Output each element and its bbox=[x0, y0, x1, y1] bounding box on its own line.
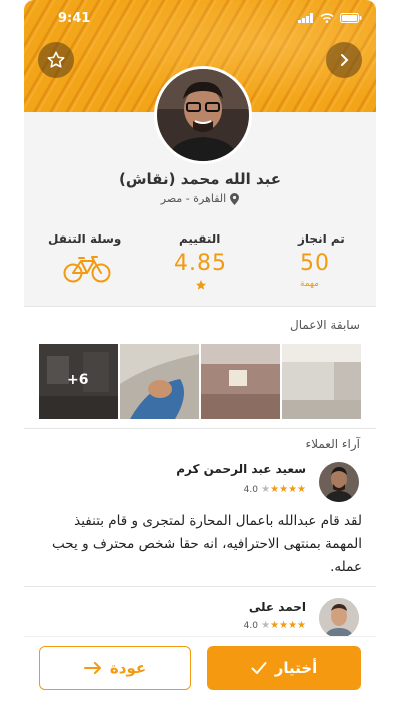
profile-location: القاهرة - مصر bbox=[24, 192, 376, 205]
portfolio-photo bbox=[120, 344, 199, 419]
rating-label: التقييم bbox=[179, 232, 221, 246]
check-icon bbox=[251, 662, 267, 674]
reviewer-avatar bbox=[319, 462, 359, 502]
portfolio-title: سابقة الاعمال bbox=[289, 318, 360, 332]
portfolio-more-tile[interactable]: +6 bbox=[39, 344, 118, 419]
back-button-label: عودة bbox=[109, 659, 147, 677]
portfolio-photo bbox=[282, 344, 361, 419]
reviewer-photo bbox=[319, 598, 359, 638]
review-rating: 4.0 ★★★★★ bbox=[242, 620, 306, 631]
wifi-icon bbox=[320, 13, 334, 23]
status-bar: 9:41 bbox=[24, 8, 376, 30]
profile-name: عبد الله محمد (نقاش) bbox=[119, 170, 281, 188]
review-text: لقد قام عبدالله باعمال المحارة لمتجرى و … bbox=[52, 513, 362, 575]
star-empty-icon: ★ bbox=[261, 620, 271, 631]
reviewer-name: احمد على bbox=[248, 600, 306, 614]
portfolio-more-count: +6 bbox=[67, 372, 89, 388]
reviewer-photo bbox=[319, 462, 359, 502]
person-photo bbox=[157, 69, 249, 161]
battery-icon bbox=[340, 13, 362, 23]
review-rating-value: 4.0 bbox=[243, 621, 258, 631]
rating-value: 4.85 bbox=[174, 251, 227, 276]
divider bbox=[24, 586, 376, 587]
portfolio-image[interactable] bbox=[201, 344, 280, 419]
chevron-right-icon bbox=[341, 54, 349, 66]
profile-screen: 9:41 عبد الله محمد (نقاش) القاهرة - مصر … bbox=[24, 0, 376, 710]
status-time: 9:41 bbox=[58, 11, 91, 26]
star-filled-icon: ★★★★ bbox=[270, 620, 306, 631]
divider bbox=[24, 306, 376, 307]
signal-icon bbox=[298, 13, 313, 23]
rating-star-icon bbox=[196, 280, 206, 290]
portfolio-photo bbox=[201, 344, 280, 419]
back-button[interactable]: عودة bbox=[39, 646, 191, 690]
divider bbox=[24, 428, 376, 429]
reviewer-name: سعيد عبد الرحمن كرم bbox=[176, 462, 306, 476]
reviewer-avatar bbox=[319, 598, 359, 638]
forward-button[interactable] bbox=[326, 42, 362, 78]
avatar bbox=[154, 66, 252, 164]
favorite-button[interactable] bbox=[38, 42, 74, 78]
star-filled-icon: ★★★★ bbox=[270, 484, 306, 495]
star-outline-icon bbox=[47, 51, 65, 68]
portfolio-gallery: +6 bbox=[39, 344, 361, 419]
location-pin-icon bbox=[230, 192, 240, 205]
completed-unit: مهمة bbox=[300, 279, 319, 289]
arrow-right-icon bbox=[83, 662, 101, 674]
status-icons bbox=[298, 13, 362, 23]
review-rating-value: 4.0 bbox=[243, 485, 258, 495]
portfolio-image[interactable] bbox=[282, 344, 361, 419]
completed-value: 50 bbox=[300, 251, 330, 276]
choose-button-label: أختيار bbox=[274, 659, 318, 677]
reviews-title: آراء العملاء bbox=[305, 437, 360, 451]
choose-button[interactable]: أختيار bbox=[207, 646, 361, 690]
location-text: القاهرة - مصر bbox=[160, 192, 227, 205]
transport-label: وسلة التنقل bbox=[48, 232, 122, 246]
star-empty-icon: ★ bbox=[261, 484, 271, 495]
review-rating: 4.0 ★★★★★ bbox=[242, 484, 306, 495]
bicycle-icon bbox=[63, 256, 111, 283]
portfolio-image[interactable] bbox=[120, 344, 199, 419]
completed-label: تم انجاز bbox=[298, 232, 345, 246]
